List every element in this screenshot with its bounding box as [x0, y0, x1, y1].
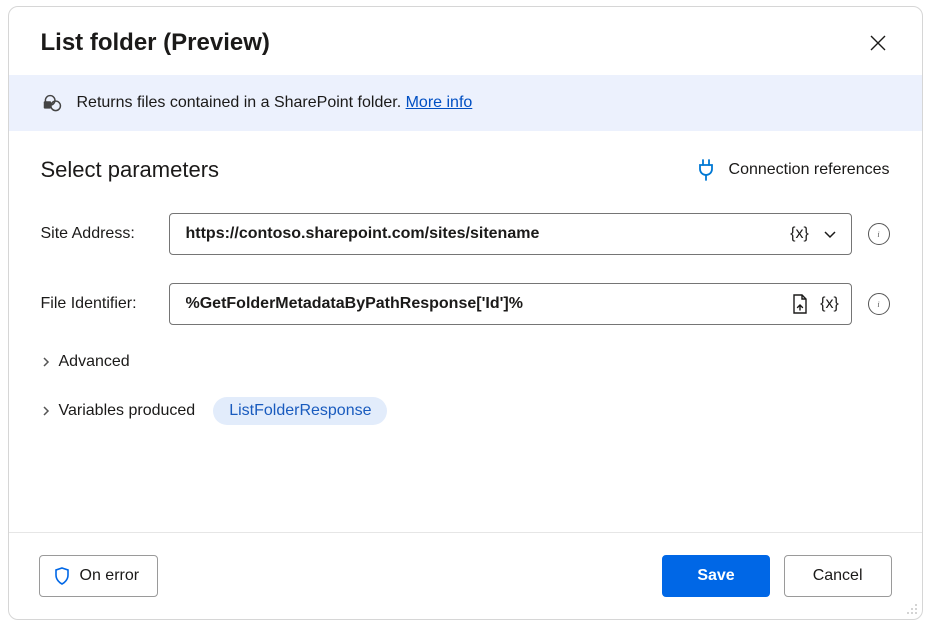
chevron-down-icon	[822, 226, 838, 242]
plug-icon	[697, 159, 715, 181]
close-icon	[870, 35, 886, 51]
advanced-expander[interactable]: Advanced	[41, 353, 890, 371]
connection-references-label: Connection references	[729, 161, 890, 179]
field-file-identifier: File Identifier: {x} i	[41, 283, 890, 325]
dialog-title: List folder (Preview)	[41, 29, 270, 57]
more-info-link[interactable]: More info	[406, 94, 473, 111]
info-icon: i	[877, 300, 879, 309]
site-address-input-wrap: {x}	[169, 213, 852, 255]
variables-produced-expander[interactable]: Variables produced ListFolderResponse	[41, 397, 890, 425]
file-identifier-input[interactable]	[184, 294, 785, 314]
dialog: List folder (Preview) S Returns files co…	[8, 6, 923, 620]
dropdown-button[interactable]	[815, 219, 845, 249]
chevron-right-icon	[41, 405, 51, 417]
file-identifier-help[interactable]: i	[868, 293, 890, 315]
file-picker-icon	[791, 294, 809, 314]
banner-text: Returns files contained in a SharePoint …	[77, 94, 473, 112]
site-address-help[interactable]: i	[868, 223, 890, 245]
variable-pill[interactable]: ListFolderResponse	[213, 397, 387, 425]
site-address-input[interactable]	[184, 224, 785, 244]
parameters-title: Select parameters	[41, 157, 220, 183]
info-banner: S Returns files contained in a SharePoin…	[9, 75, 922, 131]
content: Select parameters Connection references …	[9, 131, 922, 532]
chevron-right-icon	[41, 356, 51, 368]
insert-variable-button[interactable]: {x}	[785, 219, 815, 249]
connection-references-button[interactable]: Connection references	[697, 159, 890, 181]
banner-description: Returns files contained in a SharePoint …	[77, 94, 406, 111]
dialog-header: List folder (Preview)	[9, 7, 922, 75]
select-file-button[interactable]	[785, 289, 815, 319]
field-site-address: Site Address: {x} i	[41, 213, 890, 255]
file-identifier-label: File Identifier:	[41, 295, 169, 313]
site-address-label: Site Address:	[41, 225, 169, 243]
parameters-header: Select parameters Connection references	[41, 157, 890, 183]
on-error-label: On error	[80, 567, 140, 585]
sharepoint-icon: S	[41, 93, 61, 113]
advanced-label: Advanced	[59, 353, 130, 371]
on-error-button[interactable]: On error	[39, 555, 159, 597]
cancel-button[interactable]: Cancel	[784, 555, 892, 597]
variables-produced-label: Variables produced	[59, 402, 196, 420]
dialog-footer: On error Save Cancel	[9, 532, 922, 619]
file-identifier-input-wrap: {x}	[169, 283, 852, 325]
shield-icon	[54, 567, 70, 585]
info-icon: i	[877, 230, 879, 239]
close-button[interactable]	[864, 29, 892, 57]
insert-variable-button-2[interactable]: {x}	[815, 289, 845, 319]
save-button[interactable]: Save	[662, 555, 769, 597]
